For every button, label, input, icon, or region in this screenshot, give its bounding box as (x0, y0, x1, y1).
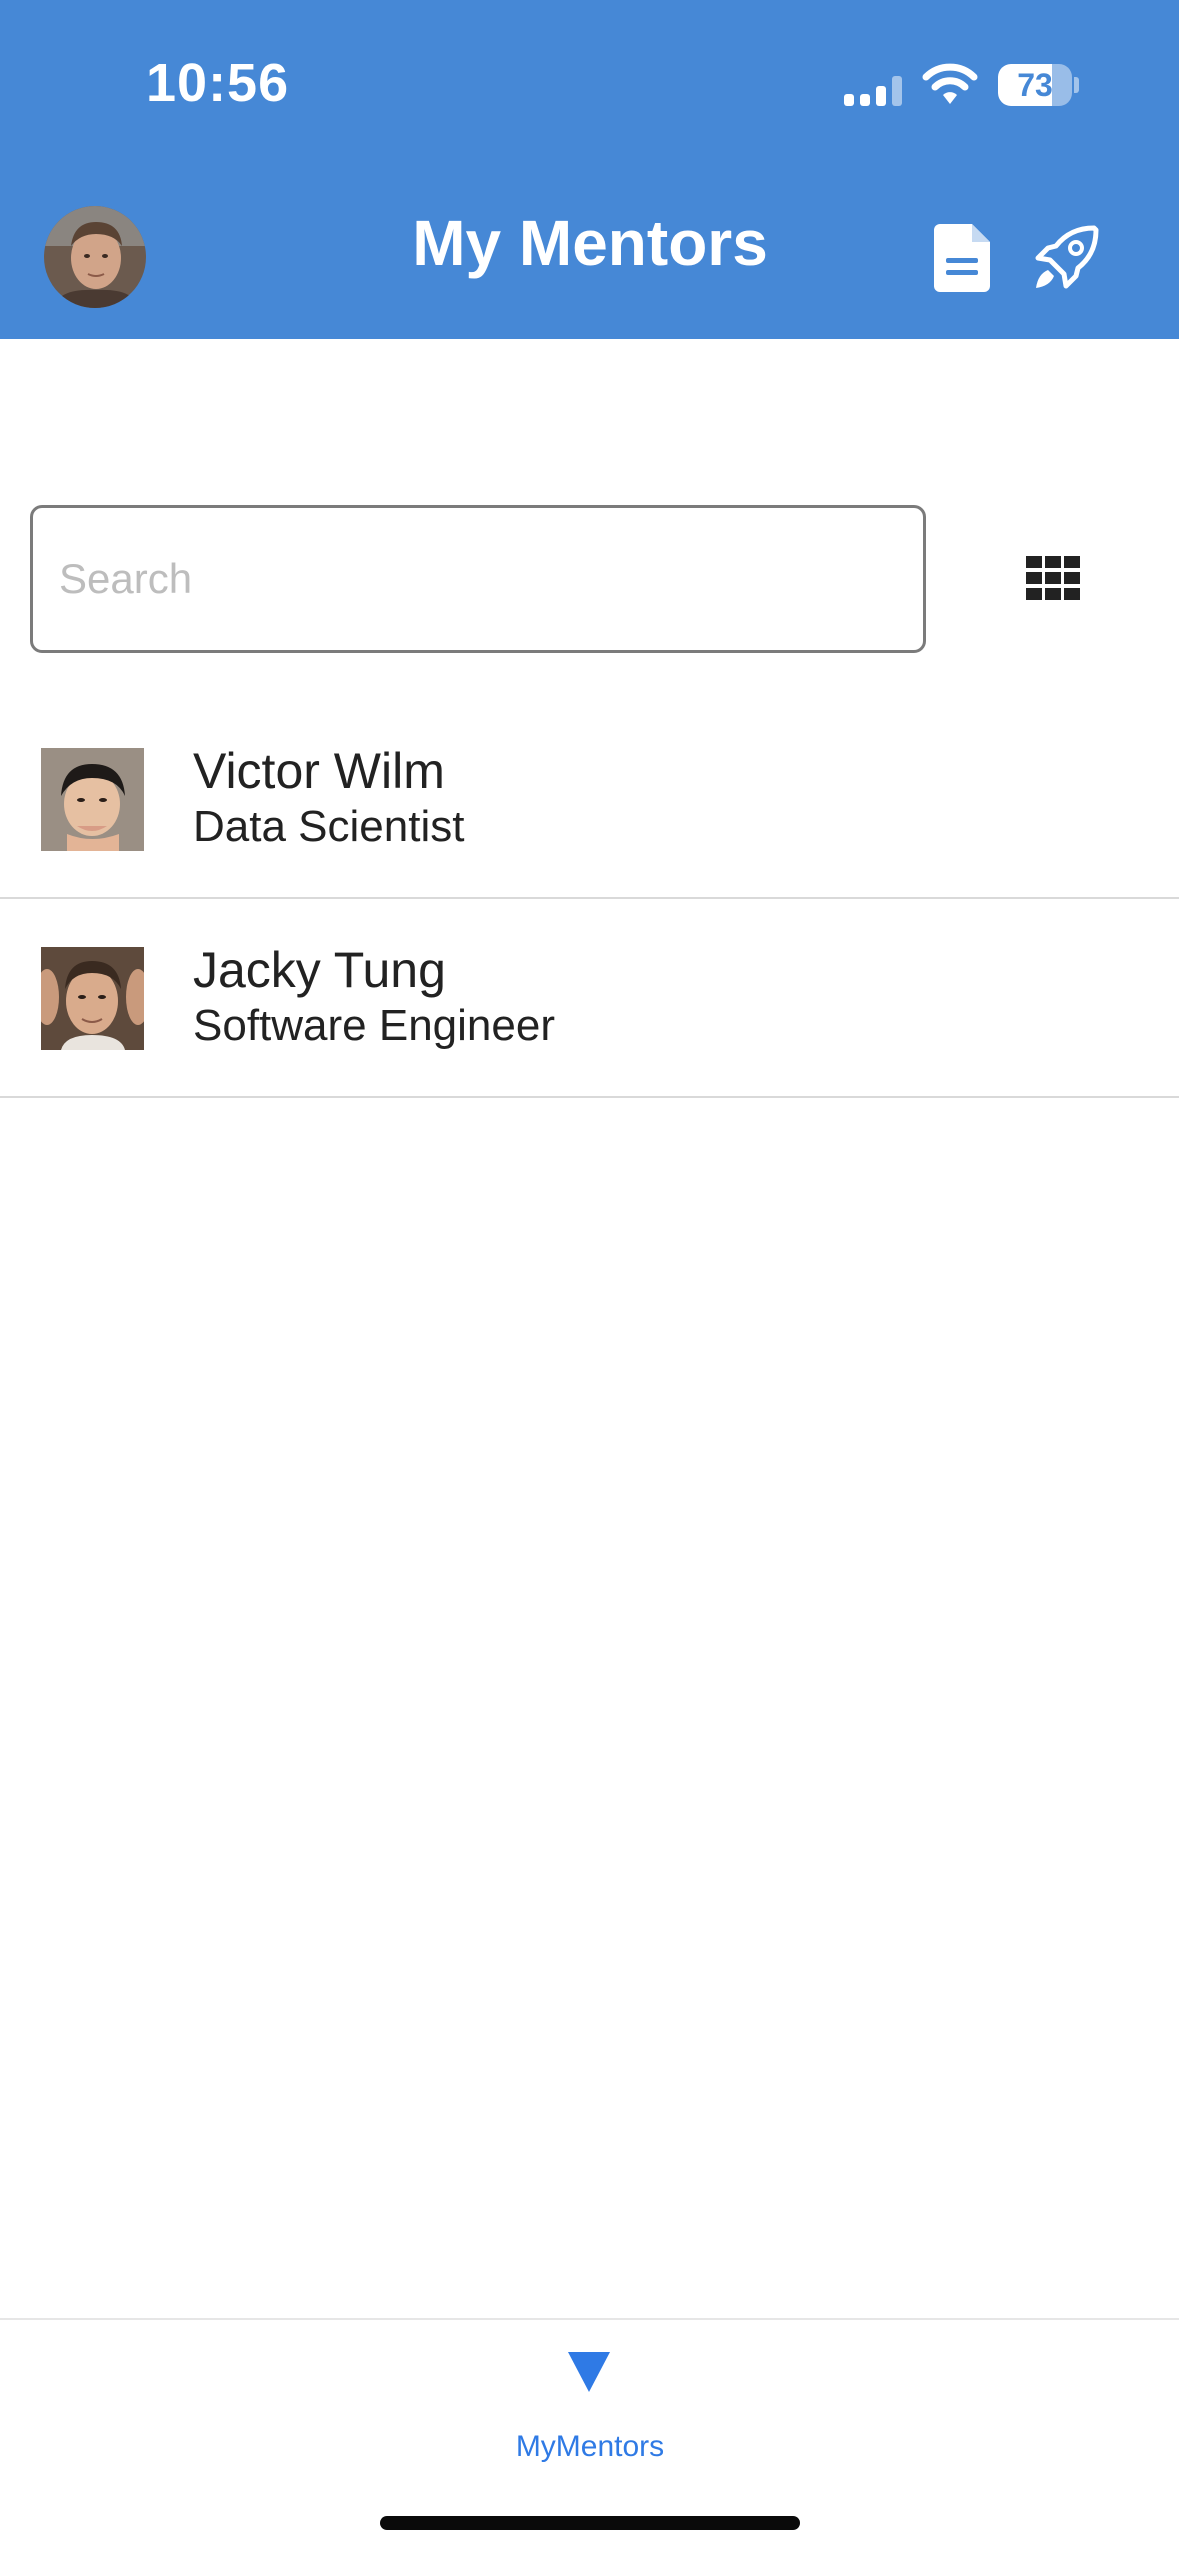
rocket-button[interactable] (1030, 224, 1100, 294)
tab-label: MyMentors (515, 2430, 665, 2463)
search-input[interactable] (30, 505, 926, 653)
mentor-avatar (41, 947, 144, 1050)
battery-indicator: 73 (998, 64, 1079, 106)
mentor-name: Victor Wilm (193, 743, 445, 799)
wifi-icon (922, 63, 978, 104)
battery-cap (1074, 77, 1079, 93)
app-screen: 10:56 73 My Mentors Search Victor Wilm D… (0, 0, 1179, 2556)
user-avatar-icon (44, 206, 146, 308)
battery-body: 73 (998, 64, 1072, 106)
mentor-photo-icon (41, 748, 144, 851)
mentor-avatar (41, 748, 144, 851)
mentor-role: Data Scientist (193, 802, 465, 851)
battery-percent: 73 (1017, 67, 1053, 103)
profile-avatar[interactable] (44, 206, 146, 308)
status-time: 10:56 (146, 53, 290, 113)
mentor-photo-icon (41, 947, 144, 1050)
cellular-signal-icon (844, 76, 902, 106)
document-button[interactable] (934, 224, 996, 292)
filter-triangle-icon (568, 2352, 610, 2392)
grid-view-button[interactable] (1026, 556, 1080, 600)
home-indicator (380, 2516, 800, 2530)
document-icon (934, 224, 990, 292)
mentor-role: Software Engineer (193, 1001, 555, 1050)
grid-view-icon (1026, 556, 1080, 600)
mentor-name: Jacky Tung (193, 942, 446, 998)
rocket-icon (1035, 225, 1099, 289)
page-title: My Mentors (412, 207, 768, 279)
mentor-list-item[interactable]: Victor Wilm Data Scientist (0, 700, 1179, 899)
app-header: 10:56 73 My Mentors (0, 0, 1179, 339)
mentor-list-item[interactable]: Jacky Tung Software Engineer (0, 899, 1179, 1098)
